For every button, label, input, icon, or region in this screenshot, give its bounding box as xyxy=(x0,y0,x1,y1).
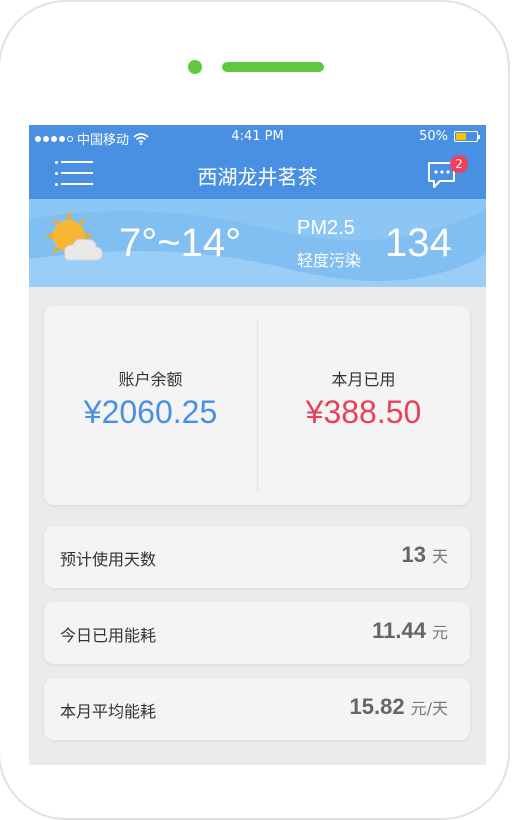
balance-column: 账户余额 ¥2060.25 xyxy=(44,306,257,505)
stat-unit: 元/天 xyxy=(410,699,448,718)
balance-value: ¥2060.25 xyxy=(83,394,218,430)
status-bar: 中国移动 4:41 PM 50% xyxy=(29,125,486,149)
pollution-level: 轻度污染 xyxy=(297,251,362,270)
message-button[interactable]: 2 xyxy=(426,155,468,191)
stat-value-wrap: 15.82 元/天 xyxy=(350,694,448,720)
used-label: 本月已用 xyxy=(331,370,396,389)
balance-card: 账户余额 ¥2060.25 本月已用 ¥388.50 xyxy=(44,306,470,505)
aqi-value: 134 xyxy=(385,221,452,265)
stat-row-average[interactable]: 本月平均能耗 15.82 元/天 xyxy=(44,678,470,740)
stat-value: 13 xyxy=(401,542,426,567)
stat-value: 15.82 xyxy=(349,694,405,719)
pm25-label: PM2.5 xyxy=(297,217,355,239)
battery-fill xyxy=(456,133,466,140)
phone-frame: 中国移动 4:41 PM 50% 西湖龙井茗茶 2 7°~14° PM2.5 轻… xyxy=(0,0,512,820)
stat-unit: 天 xyxy=(431,547,448,566)
stat-value-wrap: 11.44 元 xyxy=(372,618,448,644)
app-screen: 中国移动 4:41 PM 50% 西湖龙井茗茶 2 7°~14° PM2.5 轻… xyxy=(29,125,486,765)
stat-label: 预计使用天数 xyxy=(60,550,157,569)
stat-row-days[interactable]: 预计使用天数 13 天 xyxy=(44,526,470,588)
balance-label: 账户余额 xyxy=(118,370,183,389)
partly-cloudy-icon xyxy=(45,211,103,261)
nav-bar: 西湖龙井茗茶 2 xyxy=(29,149,486,199)
stat-label: 本月平均能耗 xyxy=(60,702,157,721)
battery-icon xyxy=(454,131,480,142)
status-right: 50% xyxy=(419,129,480,144)
temperature-value: 7°~14° xyxy=(119,221,242,265)
used-value: ¥388.50 xyxy=(305,394,422,430)
stat-label: 今日已用能耗 xyxy=(60,626,157,645)
stat-row-today[interactable]: 今日已用能耗 11.44 元 xyxy=(44,602,470,664)
battery-percent: 50% xyxy=(419,129,448,144)
weather-banner: 7°~14° PM2.5 轻度污染 134 xyxy=(29,199,486,287)
stat-value: 11.44 xyxy=(372,618,426,643)
camera-icon xyxy=(188,60,202,74)
used-column: 本月已用 ¥388.50 xyxy=(257,306,470,505)
status-time: 4:41 PM xyxy=(231,129,284,144)
stat-unit: 元 xyxy=(431,623,448,642)
speaker-grille xyxy=(222,62,324,72)
stat-value-wrap: 13 天 xyxy=(402,542,449,568)
notification-badge: 2 xyxy=(450,155,468,173)
page-title: 西湖龙井茗茶 xyxy=(197,165,318,189)
